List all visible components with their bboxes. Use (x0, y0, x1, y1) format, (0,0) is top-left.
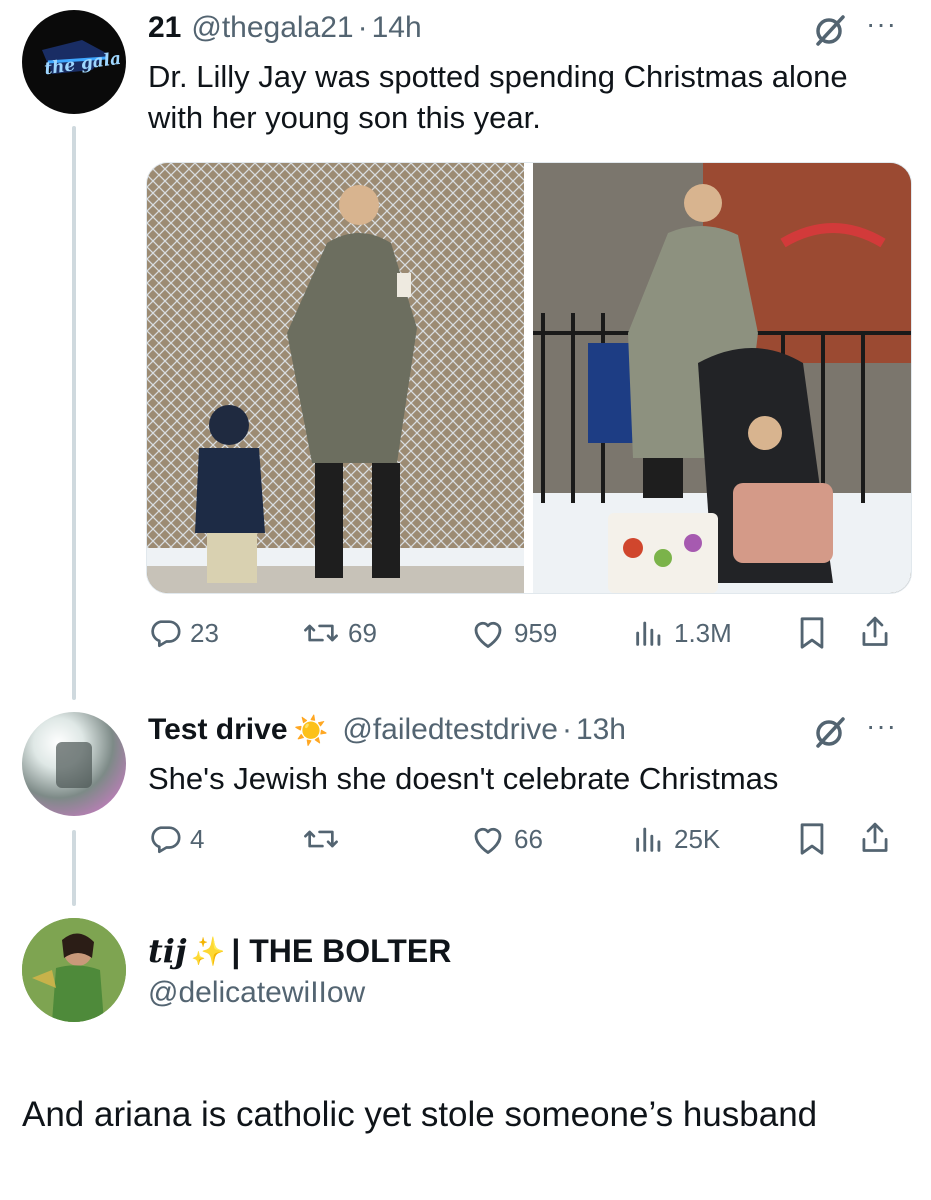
views-button[interactable]: 25K (632, 822, 720, 856)
timestamp[interactable]: 14h (372, 11, 422, 45)
tweet-header: Test drive ☀️ @failedtestdrive · 13h (148, 710, 626, 750)
views-icon (632, 616, 666, 650)
more-icon[interactable]: ··· (866, 8, 897, 40)
more-icon[interactable]: ··· (866, 710, 897, 742)
like-button[interactable]: 959 (470, 616, 557, 650)
reply-count: 4 (190, 823, 205, 854)
tweet-text: She's Jewish she doesn't celebrate Chris… (148, 761, 779, 796)
avatar[interactable] (22, 712, 126, 816)
reply-icon (148, 616, 182, 650)
thread-line (72, 830, 76, 906)
tweet-header: tij ✨ | THE BOLTER (148, 930, 451, 972)
share-icon[interactable] (858, 614, 892, 655)
sun-emoji: ☀️ (293, 714, 329, 746)
like-icon (470, 616, 506, 650)
grok-icon[interactable] (812, 12, 848, 53)
retweet-icon (302, 616, 340, 650)
reply-button[interactable]: 23 (148, 616, 219, 650)
tweet-text: And ariana is catholic yet stole someone… (22, 1095, 818, 1134)
views-button[interactable]: 1.3M (632, 616, 732, 650)
retweet-icon (302, 822, 340, 856)
separator: · (357, 11, 368, 44)
display-name[interactable]: 21 (148, 11, 181, 45)
reply-button[interactable]: 4 (148, 822, 204, 856)
photo-2[interactable] (533, 163, 911, 593)
sparkles-emoji: ✨ (190, 935, 226, 967)
retweet-button[interactable]: 69 (302, 616, 377, 650)
retweet-button[interactable] (302, 822, 348, 856)
tweet-header: 21 @thegala21 · 14h (148, 8, 422, 48)
reply-count: 23 (190, 617, 219, 648)
tweet-media[interactable] (146, 162, 912, 594)
avatar[interactable] (22, 918, 126, 1022)
handle[interactable]: @failedtestdrive (342, 713, 558, 747)
retweet-count: 69 (348, 617, 377, 648)
bookmark-icon[interactable] (797, 822, 827, 861)
share-icon[interactable] (858, 820, 892, 861)
timestamp[interactable]: 13h (576, 713, 626, 747)
views-icon (632, 822, 666, 856)
separator: · (561, 713, 572, 746)
display-name[interactable]: tij (148, 932, 187, 970)
display-name-suffix[interactable]: | THE BOLTER (231, 933, 451, 970)
like-button[interactable]: 66 (470, 822, 543, 856)
like-count: 959 (514, 617, 558, 648)
reply-icon (148, 822, 182, 856)
grok-icon[interactable] (812, 714, 848, 755)
thread-line (72, 126, 76, 700)
like-count: 66 (514, 823, 543, 854)
handle[interactable]: @delicatewiIIow (148, 976, 365, 1010)
display-name[interactable]: Test drive (148, 713, 288, 747)
view-count: 1.3M (674, 617, 732, 648)
photo-1[interactable] (147, 163, 524, 593)
view-count: 25K (674, 823, 721, 854)
avatar[interactable]: the gala (22, 10, 126, 114)
tweet-text: Dr. Lilly Jay was spotted spending Chris… (148, 59, 848, 135)
bookmark-icon[interactable] (797, 616, 827, 655)
like-icon (470, 822, 506, 856)
handle[interactable]: @thegala21 (191, 11, 353, 45)
